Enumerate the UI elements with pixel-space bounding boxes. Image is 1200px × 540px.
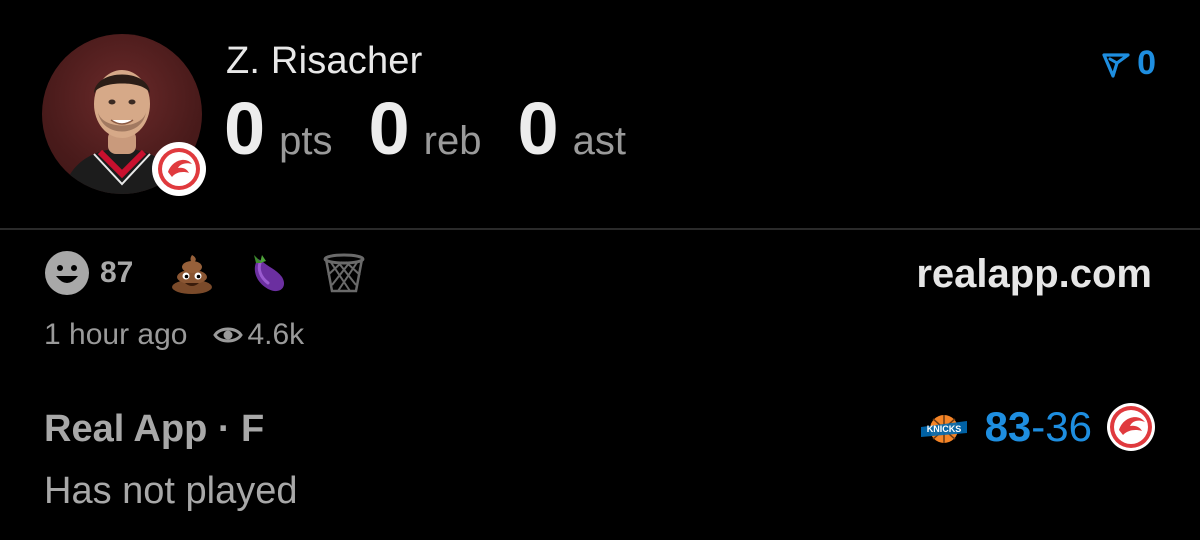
atlanta-hawks-logo-icon [1106, 402, 1156, 452]
eggplant-emoji-icon[interactable] [245, 250, 291, 296]
game-score[interactable]: KNICKS 83-36 [919, 402, 1156, 452]
upvote-icon [1102, 52, 1130, 78]
atlanta-hawks-logo-icon [152, 142, 206, 196]
source-website-link[interactable]: realapp.com [916, 252, 1152, 297]
eye-icon [213, 324, 244, 346]
post-time: 1 hour ago [44, 318, 188, 351]
score-separator: - [1031, 403, 1046, 450]
player-name[interactable]: Z. Risacher [226, 40, 422, 83]
source-label[interactable]: Real App · F [44, 408, 264, 451]
left-team-score: 83 [984, 403, 1032, 450]
stat-value: 0 [368, 87, 410, 170]
stat-points: 0 pts [224, 92, 333, 166]
stat-unit: ast [572, 119, 626, 163]
post-meta: 1 hour ago 4.6k [44, 318, 304, 352]
view-count: 4.6k [247, 318, 305, 351]
stat-unit: pts [279, 119, 333, 163]
upvote-count: 0 [1137, 44, 1156, 82]
stat-unit: reb [423, 119, 482, 163]
reactions-bar: 87 [44, 250, 367, 296]
reaction-count: 87 [100, 256, 134, 289]
poop-emoji-icon[interactable] [169, 250, 215, 296]
new-york-knicks-logo-icon: KNICKS [919, 407, 969, 447]
divider [0, 228, 1200, 230]
stat-line: 0 pts 0 reb 0 ast [224, 92, 626, 166]
basketball-net-emoji-icon[interactable] [321, 250, 367, 296]
stat-value: 0 [224, 87, 266, 170]
smiley-reaction-icon[interactable] [44, 250, 90, 296]
stat-assists: 0 ast [517, 92, 626, 166]
upvote-button[interactable]: 0 [1101, 44, 1156, 83]
stat-rebounds: 0 reb [369, 92, 482, 166]
right-team-score: 36 [1045, 403, 1092, 450]
player-status: Has not played [44, 470, 298, 512]
svg-text:KNICKS: KNICKS [926, 424, 961, 434]
stat-value: 0 [517, 87, 559, 170]
